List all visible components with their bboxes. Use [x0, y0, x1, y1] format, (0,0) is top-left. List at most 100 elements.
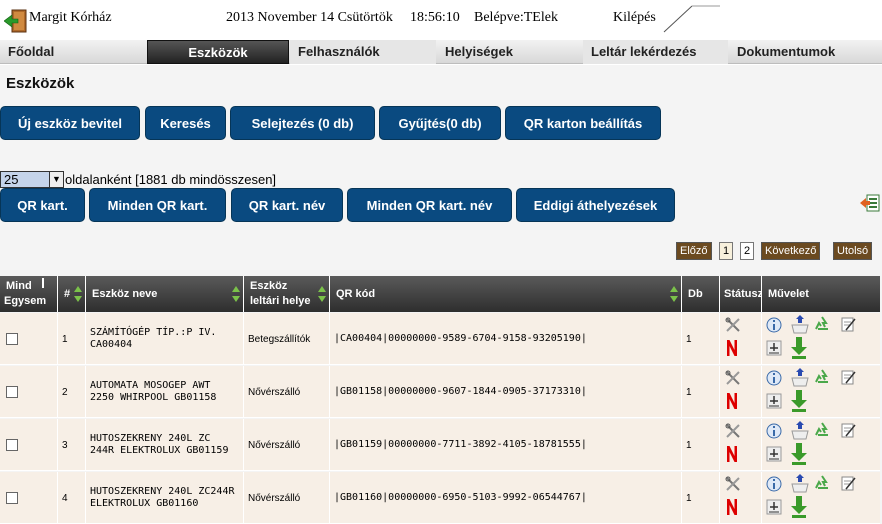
search-button[interactable]: Keresés [145, 106, 226, 140]
tools-icon[interactable] [725, 370, 741, 386]
row-number: 2 [58, 366, 86, 418]
new-status-icon [727, 446, 737, 462]
table-row: 3 HUTOSZEKRENY 240L ZC 244R ELEKTROLUX G… [0, 419, 880, 471]
row-qr-code: |GB01160|00000000-6950-5103-9992-0654476… [330, 472, 682, 524]
move-to-icon[interactable] [790, 421, 810, 441]
all-qr-card-button[interactable]: Minden QR kart. [89, 188, 226, 222]
download-icon[interactable] [791, 496, 807, 518]
sort-arrows-icon[interactable] [318, 286, 326, 302]
row-checkbox[interactable] [6, 333, 18, 345]
edit-icon[interactable] [840, 422, 856, 438]
edit-icon[interactable] [840, 369, 856, 385]
row-select-cell [0, 419, 58, 471]
nav-helyisegek[interactable]: Helyiségek [437, 40, 582, 64]
row-checkbox[interactable] [6, 439, 18, 451]
download-icon[interactable] [791, 390, 807, 412]
nav-leltar-lekerdezes[interactable]: Leltár lekérdezés [583, 40, 728, 64]
new-device-button[interactable]: Új eszköz bevitel [0, 106, 140, 140]
col-name[interactable]: Eszköz neve [86, 276, 244, 312]
select-all-link[interactable]: Mind [6, 280, 32, 292]
row-status [720, 472, 762, 524]
row-number: 4 [58, 472, 86, 524]
tools-icon[interactable] [725, 476, 741, 492]
col-location-label-top: Eszköz [250, 280, 288, 292]
move-to-icon[interactable] [790, 474, 810, 494]
login-status: Belépve:TElek [474, 10, 558, 25]
expand-icon[interactable] [766, 499, 782, 515]
row-actions [762, 419, 880, 471]
row-select-cell [0, 472, 58, 524]
recycle-icon[interactable] [812, 315, 832, 335]
row-location: Nővérszálló [244, 472, 330, 524]
sort-arrows-icon[interactable] [74, 286, 82, 302]
download-icon[interactable] [791, 443, 807, 465]
top-bar: Margit Kórház 2013 November 14 Csütörtök… [0, 0, 882, 38]
row-db: 1 [682, 366, 720, 418]
row-device-name: HUTOSZEKRENY 240L ZC 244R ELEKTROLUX GB0… [86, 419, 244, 471]
row-status [720, 313, 762, 365]
logout-link[interactable]: Kilépés [613, 10, 656, 26]
exit-door-icon [4, 9, 27, 33]
qr-card-name-button[interactable]: QR kart. név [231, 188, 343, 222]
col-number[interactable]: # [58, 276, 86, 312]
expand-icon[interactable] [766, 340, 782, 356]
move-to-icon[interactable] [790, 368, 810, 388]
row-actions [762, 313, 880, 365]
expand-icon[interactable] [766, 446, 782, 462]
col-select: Mind Egysem [0, 276, 58, 312]
last-page-button[interactable]: Utolsó [833, 242, 873, 260]
chevron-down-icon[interactable]: ▼ [49, 172, 63, 187]
tools-icon[interactable] [725, 317, 741, 333]
table-row: 2 AUTOMATA MOSOGEP AWT 2250 WHIRPOOL GB0… [0, 366, 880, 418]
page-1-button[interactable]: 1 [719, 242, 734, 260]
per-page-select[interactable]: 25 ▼ [0, 171, 64, 188]
col-status: Státusz [720, 276, 763, 312]
qr-card-settings-button[interactable]: QR karton beállítás [505, 106, 661, 140]
main-content: Eszközök Új eszköz bevitel Keresés Selej… [0, 65, 882, 524]
info-icon[interactable] [766, 423, 782, 439]
col-location[interactable]: Eszköz leltári helye [244, 276, 330, 312]
expand-icon[interactable] [766, 393, 782, 409]
sort-arrows-icon[interactable] [232, 286, 240, 302]
all-qr-card-name-button[interactable]: Minden QR kart. név [347, 188, 512, 222]
next-page-button[interactable]: Következő [761, 242, 821, 260]
edit-icon[interactable] [840, 475, 856, 491]
select-none-link[interactable]: Egysem [4, 295, 46, 307]
moves-history-button[interactable]: Eddigi áthelyezések [516, 188, 675, 222]
row-location: Betegszállítók [244, 313, 330, 365]
col-qr[interactable]: QR kód [330, 276, 682, 312]
sort-arrows-icon[interactable] [670, 286, 678, 302]
info-icon[interactable] [766, 370, 782, 386]
row-actions [762, 366, 880, 418]
collect-button[interactable]: Gyűjtés(0 db) [379, 106, 501, 140]
nav-felhasznalok[interactable]: Felhasználók [290, 40, 436, 64]
nav-eszkozok[interactable]: Eszközök [147, 40, 289, 64]
info-icon[interactable] [766, 317, 782, 333]
row-device-name: HUTOSZEKRENY 240L ZC244R ELEKTROLUX GB01… [86, 472, 244, 524]
time-text: 18:56:10 [410, 10, 460, 25]
recycle-icon[interactable] [812, 421, 832, 441]
row-checkbox[interactable] [6, 492, 18, 504]
edit-icon[interactable] [840, 316, 856, 332]
nav-dokumentumok[interactable]: Dokumentumok [729, 40, 882, 64]
row-device-name: SZÁMÍTÓGÉP TÍP.:P IV. CA00404 [86, 313, 244, 365]
scrap-button[interactable]: Selejtezés (0 db) [230, 106, 375, 140]
download-icon[interactable] [791, 337, 807, 359]
excel-export-icon[interactable] [860, 194, 880, 212]
col-db: Db [682, 276, 720, 312]
new-status-icon [727, 340, 737, 356]
recycle-icon[interactable] [812, 474, 832, 494]
row-number: 1 [58, 313, 86, 365]
qr-card-button[interactable]: QR kart. [0, 188, 85, 222]
page-2-button[interactable]: 2 [740, 242, 755, 260]
tools-icon[interactable] [725, 423, 741, 439]
col-qr-label: QR kód [336, 288, 376, 300]
table-row: 1 SZÁMÍTÓGÉP TÍP.:P IV. CA00404 Betegszá… [0, 313, 880, 365]
recycle-icon[interactable] [812, 368, 832, 388]
row-select-cell [0, 366, 58, 418]
row-checkbox[interactable] [6, 386, 18, 398]
prev-page-button[interactable]: Előző [676, 242, 712, 260]
info-icon[interactable] [766, 476, 782, 492]
move-to-icon[interactable] [790, 315, 810, 335]
nav-fooldal[interactable]: Főoldal [0, 40, 146, 64]
